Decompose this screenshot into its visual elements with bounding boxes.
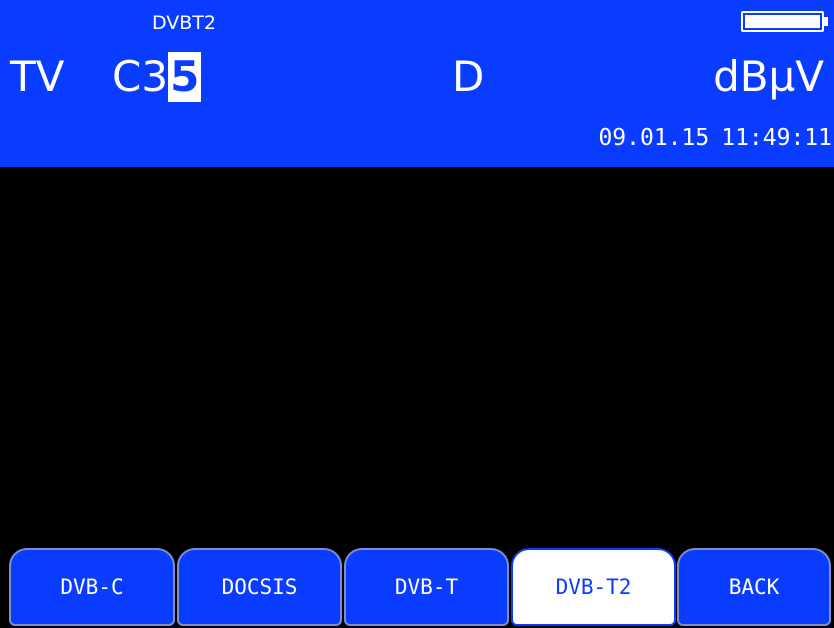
battery-level-fill (745, 15, 820, 28)
status-header: DVBT2 TV C35 D dBµV 09.01.15 11:49:11 (0, 0, 834, 167)
standard-label: DVBT2 (152, 12, 217, 34)
softkey-bar: DVB-C DOCSIS DVB-T DVB-T2 BACK (0, 548, 834, 628)
battery-tip-icon (824, 17, 828, 26)
date-time: 09.01.15 11:49:11 (598, 124, 832, 152)
level-unit[interactable]: dBµV (713, 49, 824, 105)
softkey-dvb-c[interactable]: DVB-C (9, 548, 175, 626)
softkey-dvb-t2[interactable]: DVB-T2 (511, 548, 676, 626)
tuning-mode[interactable]: TV (10, 49, 64, 105)
date-label: 09.01.15 (598, 125, 710, 151)
softkey-back[interactable]: BACK (677, 548, 831, 626)
meter-screen: DVBT2 TV C35 D dBµV 09.01.15 11:49:11 DVB… (0, 0, 834, 628)
time-label: 11:49:11 (721, 125, 832, 151)
channel-field[interactable]: C35 (112, 49, 202, 105)
measurement-display (0, 167, 834, 548)
battery-icon (741, 11, 824, 32)
softkey-docsis[interactable]: DOCSIS (177, 548, 342, 626)
channel-cursor-digit[interactable]: 5 (168, 52, 202, 102)
channel-prefix: C3 (112, 52, 169, 101)
softkey-dvb-t[interactable]: DVB-T (344, 548, 509, 626)
band-indicator: D (452, 52, 485, 101)
